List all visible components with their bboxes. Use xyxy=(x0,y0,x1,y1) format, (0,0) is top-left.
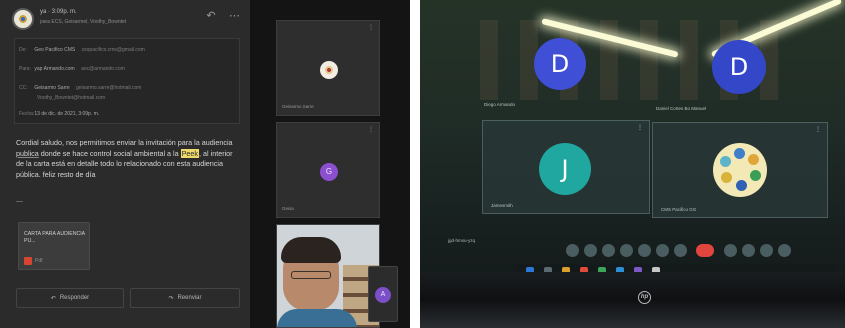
cc-email[interactable]: geisarmo.sarre@hotmail.com xyxy=(76,85,141,91)
sender-avatar[interactable] xyxy=(12,8,34,30)
participant-tile-logo[interactable]: ⋮ CMS Pacifico GG xyxy=(652,122,828,218)
to-label: Para: xyxy=(19,66,31,72)
person-hair xyxy=(281,237,341,263)
participant-name-d1: Diego Armando xyxy=(484,102,516,107)
cc-row: CC: Geisarmo Sarre geisarmo.sarre@hotmai… xyxy=(19,85,141,91)
people-icon[interactable] xyxy=(742,244,755,257)
body-text-1: Cordial saludo, nos permitimos enviar la… xyxy=(16,138,233,147)
email-screenshot: ya · 3:09p. m. para ECS, Geisarmel, Voot… xyxy=(0,0,410,328)
logo-dot xyxy=(748,154,759,165)
mic-icon[interactable] xyxy=(566,244,579,257)
attachment-card[interactable]: CARTA PARA AUDIENCIA PU... Pdf xyxy=(18,222,90,270)
cc-email-2[interactable]: Voothy_Bowntet@hotmail.com xyxy=(37,95,105,101)
more-options-icon[interactable] xyxy=(674,244,687,257)
attachment-type: Pdf xyxy=(35,258,43,264)
organization-logo-avatar xyxy=(713,143,767,197)
camera-icon[interactable] xyxy=(584,244,597,257)
participant-video-tile[interactable] xyxy=(276,224,380,328)
logo-dot xyxy=(721,172,732,183)
participant-name-logo: CMS Pacifico GG xyxy=(661,207,697,212)
from-row: De: Geo Pacifico CMS cespacifico.cms@gma… xyxy=(19,47,145,53)
forward-button-label: Reenviar xyxy=(177,295,202,301)
signature-divider: — xyxy=(16,198,23,205)
reply-icon[interactable]: ↶ xyxy=(204,9,218,23)
participant-name: Geisa xyxy=(282,206,294,211)
raise-hand-icon[interactable] xyxy=(620,244,633,257)
participant-avatar-logo xyxy=(320,61,338,79)
participant-avatar: G xyxy=(320,163,338,181)
participant-avatar-d2[interactable]: D xyxy=(712,40,766,94)
laptop-photo: D Diego Armando D Daniel Cortes Bo Manue… xyxy=(420,0,845,328)
from-email[interactable]: cespacifico.cms@gmail.com xyxy=(82,47,145,53)
activities-icon[interactable] xyxy=(778,244,791,257)
person-shirt xyxy=(277,309,357,327)
self-avatar: A xyxy=(375,287,391,303)
body-text-2: donde se hace control social ambiental a… xyxy=(38,148,181,158)
from-label: De: xyxy=(19,47,27,53)
meeting-code: jgd-hmsu-yzq xyxy=(448,238,476,243)
logo-dot xyxy=(750,170,761,181)
cc-name: Geisarmo Sarre xyxy=(34,85,70,91)
participant-avatar-j: J xyxy=(539,143,591,195)
forward-arrow-icon: ↷ xyxy=(168,295,174,302)
meeting-toolbar xyxy=(562,238,822,264)
laptop-bezel xyxy=(420,272,845,328)
reply-button[interactable]: ↶ Responder xyxy=(16,288,124,308)
email-view: ya · 3:09p. m. para ECS, Geisarmel, Voot… xyxy=(0,0,250,328)
reply-arrow-icon: ↶ xyxy=(50,295,56,302)
logo-dot xyxy=(736,180,747,191)
hp-logo: hp xyxy=(638,291,651,304)
person-glasses xyxy=(291,271,331,279)
participant-name: Geisarmo Sarre xyxy=(282,104,314,109)
highlighted-word: Peek xyxy=(180,148,200,158)
reply-button-label: Responder xyxy=(59,295,90,301)
body-underlined-word: publica xyxy=(16,148,39,158)
date-label: Fecha: xyxy=(19,111,35,117)
to-email[interactable]: aoc@armando.com xyxy=(81,66,125,72)
date-row: Fecha: 13 de dic. de 2021, 3:09p. m. xyxy=(19,111,104,117)
self-view-tile[interactable]: A xyxy=(368,266,398,322)
to-row: Para: yap Armando.com aoc@armando.com xyxy=(19,66,125,72)
present-icon[interactable] xyxy=(638,244,651,257)
captions-icon[interactable] xyxy=(602,244,615,257)
info-icon[interactable] xyxy=(724,244,737,257)
sender-name: ya · 3:09p. m. xyxy=(40,9,77,15)
more-options-icon[interactable]: ⋯ xyxy=(228,9,242,23)
emoji-icon[interactable] xyxy=(656,244,669,257)
participant-tile-j[interactable]: ⋮ J Jamesmith xyxy=(482,120,650,214)
email-body: Cordial saludo, nos permitimos enviar la… xyxy=(16,138,238,180)
from-name: Geo Pacifico CMS xyxy=(34,47,76,53)
participant-avatar-d1[interactable]: D xyxy=(534,38,586,90)
end-call-icon[interactable] xyxy=(696,244,714,257)
logo-dot xyxy=(720,156,731,167)
recipients-summary[interactable]: para ECS, Geisarmel, Voothy_Bowntet xyxy=(40,19,126,25)
participant-name-d2: Daniel Cortes Bo Manuel xyxy=(656,106,707,111)
cc-label: CC: xyxy=(19,85,28,91)
pdf-icon xyxy=(24,257,32,265)
date-value: 13 de dic. de 2021, 3:09p. m. xyxy=(34,111,100,117)
to-name: yap Armando.com xyxy=(34,66,75,72)
attachment-title: CARTA PARA AUDIENCIA PU... xyxy=(24,231,85,244)
tile-menu-icon[interactable]: ⋮ xyxy=(637,124,643,131)
participant-name-j: Jamesmith xyxy=(491,203,513,208)
participant-tile-2[interactable]: ⋮ G Geisa xyxy=(276,122,380,218)
tile-menu-icon[interactable]: ⋮ xyxy=(368,24,374,31)
participant-tile-1[interactable]: ⋮ Geisarmo Sarre xyxy=(276,20,380,116)
chat-icon[interactable] xyxy=(760,244,773,257)
forward-button[interactable]: ↷ Reenviar xyxy=(130,288,240,308)
logo-dot xyxy=(734,148,745,159)
tile-menu-icon[interactable]: ⋮ xyxy=(368,126,374,133)
email-details: De: Geo Pacifico CMS cespacifico.cms@gma… xyxy=(14,38,240,124)
tile-menu-icon[interactable]: ⋮ xyxy=(815,126,821,133)
email-header: ya · 3:09p. m. para ECS, Geisarmel, Voot… xyxy=(8,6,244,32)
